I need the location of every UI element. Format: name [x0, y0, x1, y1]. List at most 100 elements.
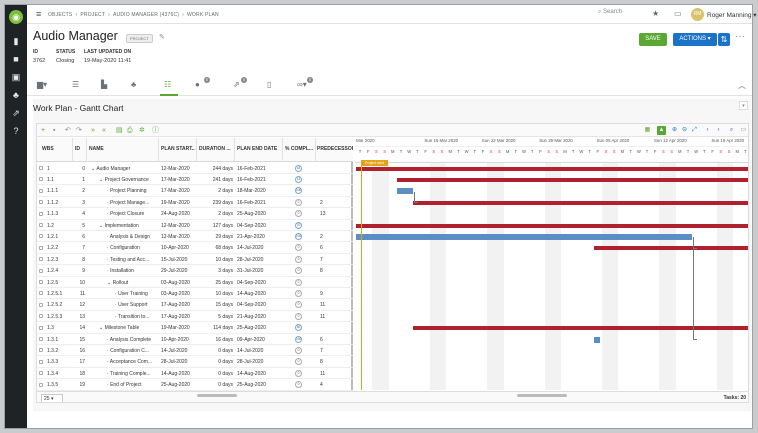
gantt-bar[interactable]: [593, 336, 600, 343]
fullscreen-icon[interactable]: ▭: [739, 126, 748, 135]
zoom-in-icon[interactable]: ⊕: [670, 126, 679, 135]
cubes-icon[interactable]: ▙: [101, 80, 107, 90]
refresh-icon[interactable]: ⇅: [718, 33, 730, 46]
table-row[interactable]: 1.1.3 4 · Project Closure 24-Aug-2020 2 days…: [37, 209, 353, 220]
collapse-chevron-icon[interactable]: ⌄: [99, 223, 103, 229]
table-row[interactable]: 1 0 ⌄ Audio Manager 12-Mar-2020 244 days 16-F…: [37, 163, 353, 174]
gantt-bar[interactable]: [356, 166, 748, 171]
print-icon[interactable]: ⎙: [127, 126, 133, 135]
name-cell[interactable]: ⌄ Project Governance: [99, 177, 157, 183]
row-checkbox[interactable]: [39, 268, 43, 273]
col-pct-complete[interactable]: % COMPL...: [285, 146, 315, 152]
share-icon[interactable]: ⇗: [233, 80, 240, 90]
opportunity-logo-icon[interactable]: ◉: [9, 10, 23, 24]
row-checkbox[interactable]: [39, 382, 43, 387]
collapse-chevron-icon[interactable]: ⌄: [91, 166, 95, 172]
list-icon[interactable]: ☰: [72, 80, 79, 90]
breadcrumb-item[interactable]: AUDIO MANAGER (4376C): [113, 12, 179, 18]
row-checkbox[interactable]: [39, 211, 43, 216]
gantt-bar[interactable]: [413, 200, 748, 205]
table-row[interactable]: 1.2.1 6 · Analysis & Design 12-Mar-2020 29 d…: [37, 231, 353, 243]
col-duration[interactable]: DURATION ...: [199, 146, 233, 152]
name-cell[interactable]: · End of Project: [107, 382, 157, 388]
more-icon[interactable]: ···: [735, 31, 745, 43]
col-predecessors[interactable]: PREDECESSORS: [317, 146, 353, 152]
info-icon[interactable]: ⓘ: [152, 126, 159, 135]
gantt-bar[interactable]: [356, 223, 748, 228]
collapse-chevron-icon[interactable]: ⌄: [99, 177, 103, 183]
file-icon[interactable]: ▯: [267, 80, 271, 90]
table-row[interactable]: 1.2.2 7 · Configuration 10-Apr-2020 68 days 1…: [37, 243, 353, 254]
breadcrumb-item[interactable]: PROJECT: [80, 12, 105, 18]
gantt-bar[interactable]: [413, 326, 748, 331]
table-row[interactable]: 1.1.2 3 · Project Manage... 19-Mar-2020 239 …: [37, 197, 353, 209]
panel-toggle-icon[interactable]: ▾: [739, 101, 748, 110]
row-checkbox[interactable]: [39, 200, 43, 205]
help-icon[interactable]: ?: [5, 125, 27, 137]
breadcrumb-item[interactable]: OBJECTS: [48, 12, 72, 18]
settings-icon[interactable]: ✲: [139, 126, 145, 135]
table-row[interactable]: 1.2.5 10 ⌄ Rollout 03-Aug-2020 25 days 04-Sep…: [37, 277, 353, 288]
row-checkbox[interactable]: [39, 245, 43, 250]
export-excel-icon[interactable]: ▤: [116, 126, 123, 135]
name-cell[interactable]: · Project Manage...: [107, 200, 157, 206]
name-cell[interactable]: · Analysis & Design: [107, 234, 157, 240]
gantt-bar[interactable]: [593, 246, 748, 251]
table-row[interactable]: 1.2 5 ⌄ Implementation 12-Mar-2020 127 days 0…: [37, 220, 353, 231]
name-cell[interactable]: · User Training: [115, 291, 157, 297]
delete-icon[interactable]: ▪: [53, 126, 55, 135]
col-plan-end[interactable]: PLAN END DATE: [237, 146, 281, 152]
next-icon[interactable]: ›: [714, 126, 723, 135]
table-row[interactable]: 1.3.5 19 · End of Project 25-Aug-2020 0 days…: [37, 380, 353, 391]
row-checkbox[interactable]: [39, 314, 43, 319]
table-row[interactable]: 1.1.1 2 · Project Planning 17-Mar-2020 2 day…: [37, 186, 353, 197]
user-name[interactable]: Roger Manning ▾: [707, 11, 757, 19]
table-row[interactable]: 1.2.5.1 11 · User Training 03-Aug-2020 10 da…: [37, 288, 353, 300]
name-cell[interactable]: · Installation: [107, 268, 157, 274]
chat-bubble-icon[interactable]: ▭: [674, 9, 682, 18]
row-checkbox[interactable]: [39, 371, 43, 376]
table-row[interactable]: 1.3 14 ⌄ Milestone Table 19-Mar-2020 114 day…: [37, 323, 353, 334]
col-wbs[interactable]: WBS: [42, 146, 70, 152]
collapse-chevron-icon[interactable]: ⌄: [99, 325, 103, 331]
zoom-fit-icon[interactable]: ⤢: [690, 126, 699, 135]
zoom-out-icon[interactable]: ⊖: [680, 126, 689, 135]
prev-icon[interactable]: ‹: [703, 126, 712, 135]
save-button[interactable]: SAVE: [639, 33, 667, 46]
chat-icon[interactable]: ●: [195, 80, 200, 90]
row-checkbox[interactable]: [39, 234, 43, 239]
team-icon[interactable]: ♣: [131, 80, 136, 90]
row-checkbox[interactable]: [39, 348, 43, 353]
indent-icon[interactable]: »: [91, 126, 95, 135]
row-checkbox[interactable]: [39, 359, 43, 364]
table-row[interactable]: 1.2.4 9 · Installation 29-Jul-2020 3 days 31-…: [37, 266, 353, 277]
actions-button[interactable]: ACTIONS ▾: [673, 33, 717, 46]
export-icon[interactable]: ⇗: [5, 107, 27, 119]
table-row[interactable]: 1.3.2 16 · Configuration C... 14-Jul-2020 0 …: [37, 345, 353, 357]
row-checkbox[interactable]: [39, 302, 43, 307]
name-cell[interactable]: · Analysis Complete: [107, 337, 157, 343]
name-cell[interactable]: ⌄ Rollout: [107, 280, 157, 286]
gantt-bar[interactable]: [356, 233, 693, 240]
name-cell[interactable]: · Project Closure: [107, 211, 157, 217]
row-checkbox[interactable]: [39, 177, 43, 182]
dashboard-icon[interactable]: ▮: [5, 35, 27, 47]
row-checkbox[interactable]: [39, 325, 43, 330]
row-checkbox[interactable]: [39, 291, 43, 296]
table-row[interactable]: 1.3.4 18 · Training Comple... 14-Aug-2020 0 …: [37, 368, 353, 380]
name-cell[interactable]: · Testing and Acc...: [107, 257, 157, 263]
people-icon[interactable]: ♣: [5, 89, 27, 101]
name-cell[interactable]: ⌄ Implementation: [99, 223, 157, 229]
name-cell[interactable]: · Project Planning: [107, 188, 157, 194]
menu-icon[interactable]: ≡: [36, 10, 41, 19]
calendar-icon[interactable]: ▦: [643, 126, 652, 135]
table-row[interactable]: 1.1 1 ⌄ Project Governance 17-Mar-2020 241 d…: [37, 174, 353, 186]
row-checkbox[interactable]: [39, 280, 43, 284]
table-row[interactable]: 1.2.3 8 · Testing and Acc... 15-Jul-2020 10 …: [37, 254, 353, 266]
undo-icon[interactable]: ↶: [65, 126, 71, 135]
table-row[interactable]: 1.2.5.3 13 · Transition to... 17-Aug-2020 5 …: [37, 311, 353, 323]
redo-icon[interactable]: ↷: [76, 126, 82, 135]
name-cell[interactable]: · Configuration C...: [107, 348, 157, 354]
collapse-icon[interactable]: ︿: [738, 80, 746, 91]
page-size-select[interactable]: 25 ▾: [41, 394, 63, 402]
